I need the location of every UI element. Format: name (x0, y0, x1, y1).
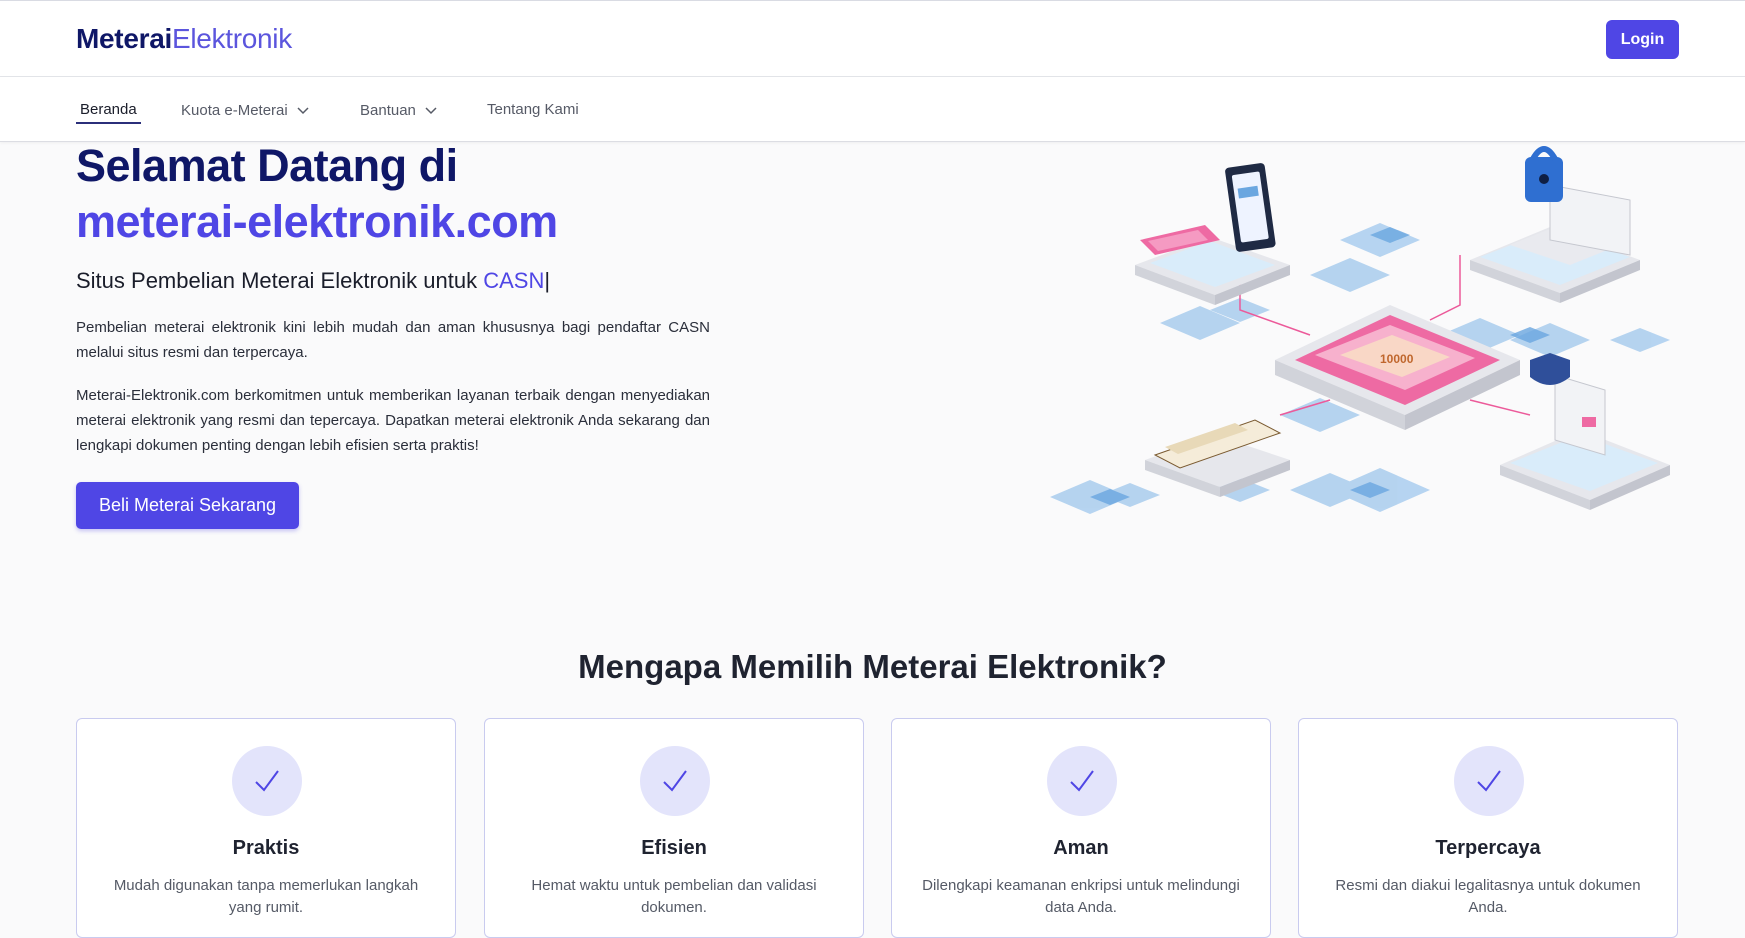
nav-item-label: Tentang Kami (487, 101, 579, 118)
feature-card-description: Resmi dan diakui legalitasnya untuk doku… (1335, 877, 1641, 916)
feature-card-praktis: Praktis Mudah digunakan tanpa memerlukan… (76, 718, 456, 938)
nav-item-bantuan[interactable]: Bantuan (360, 101, 440, 119)
nav-item-label: Beranda (80, 101, 137, 118)
nav-item-label: Bantuan (360, 101, 416, 119)
check-icon (1047, 746, 1117, 816)
nav-item-label: Kuota e-Meterai (181, 101, 288, 119)
brand-logo[interactable]: MeteraiElektronik (76, 23, 292, 55)
hero-subtitle: Situs Pembelian Meterai Elektronik untuk… (76, 268, 550, 294)
hero-title-line1: Selamat Datang di (76, 140, 458, 191)
hero-illustration: 10000 (1050, 146, 1670, 514)
why-section-title: Mengapa Memilih Meterai Elektronik? (578, 648, 1167, 685)
feature-card-description: Dilengkapi keamanan enkripsi untuk melin… (922, 877, 1240, 916)
typing-cursor: | (544, 268, 551, 293)
hero-paragraph-1: Pembelian meterai elektronik kini lebih … (76, 319, 710, 361)
check-icon (1454, 746, 1524, 816)
feature-card-title: Aman (1053, 837, 1109, 859)
subtitle-prefix: Situs Pembelian Meterai Elektronik untuk (76, 268, 484, 293)
nav-item-kuota-e-meterai[interactable]: Kuota e-Meterai (181, 101, 312, 119)
feature-card-aman: Aman Dilengkapi keamanan enkripsi untuk … (891, 718, 1271, 938)
brand-part1: Meterai (76, 23, 172, 54)
nav-item-beranda[interactable]: Beranda (76, 101, 141, 124)
brand-part2: Elektronik (171, 23, 292, 54)
feature-card-title: Efisien (641, 837, 707, 859)
top-header: MeteraiElektronik Login (0, 0, 1745, 77)
check-icon (232, 746, 302, 816)
buy-meterai-button[interactable]: Beli Meterai Sekarang (76, 482, 299, 529)
chevron-down-icon (297, 107, 309, 115)
login-button[interactable]: Login (1606, 20, 1679, 59)
chevron-down-icon (425, 107, 437, 115)
feature-card-terpercaya: Terpercaya Resmi dan diakui legalitasnya… (1298, 718, 1678, 938)
feature-card-title: Terpercaya (1435, 837, 1541, 859)
hero-title-line2: meterai-elektronik.com (76, 196, 558, 247)
nav-item-tentang-kami[interactable]: Tentang Kami (487, 101, 579, 118)
main-nav: Beranda Kuota e-Meterai Bantuan Tentang … (0, 77, 1745, 142)
feature-card-title: Praktis (232, 837, 300, 859)
svg-text:10000: 10000 (1380, 352, 1414, 366)
feature-card-description: Hemat waktu untuk pembelian dan validasi… (531, 877, 817, 916)
feature-card-efisien: Efisien Hemat waktu untuk pembelian dan … (484, 718, 864, 938)
subtitle-accent: CASN (483, 268, 545, 293)
feature-card-description: Mudah digunakan tanpa memerlukan langkah… (113, 877, 419, 916)
hero-paragraph-2: Meterai-Elektronik.com berkomitmen untuk… (76, 387, 710, 454)
check-icon (640, 746, 710, 816)
